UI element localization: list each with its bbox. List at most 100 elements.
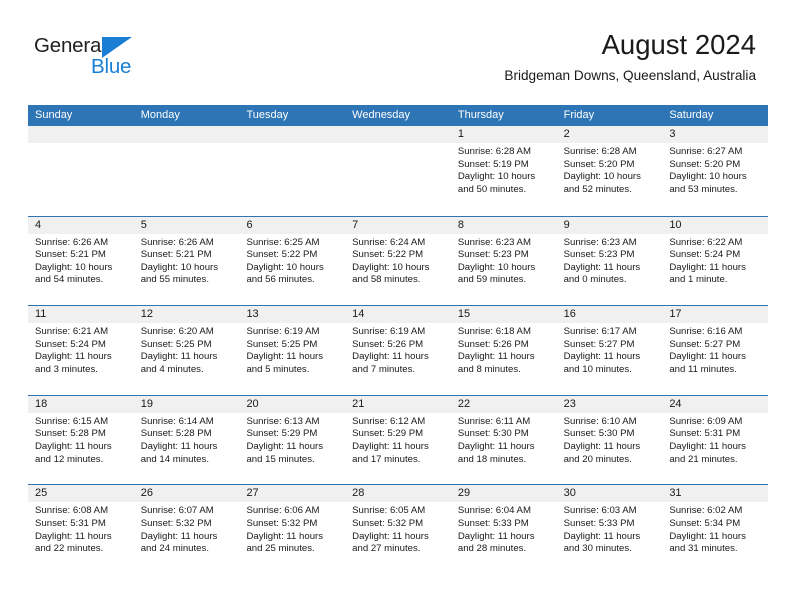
day-details: Sunrise: 6:26 AM Sunset: 5:21 PM Daylight:… — [134, 234, 240, 287]
day-detail-line: and 50 minutes. — [457, 183, 527, 195]
day-cell[interactable]: 5 Sunrise: 6:26 AM Sunset: 5:21 PM Daylight… — [133, 216, 240, 306]
day-cell[interactable]: 15 Sunrise: 6:18 AM Sunset: 5:26 PM Dayligh… — [450, 306, 557, 395]
day-detail-line: Daylight: 11 hours — [246, 440, 324, 452]
day-detail-line: Daylight: 11 hours — [35, 440, 112, 452]
day-detail-line: Sunrise: 6:17 AM — [563, 326, 637, 338]
day-detail-line: and 4 minutes. — [140, 363, 204, 375]
day-detail-line: Daylight: 10 hours — [352, 261, 430, 273]
day-detail-line: Daylight: 11 hours — [352, 351, 429, 363]
day-cell[interactable]: 25 Sunrise: 6:08 AM Sunset: 5:31 PM Dayligh… — [28, 485, 134, 574]
day-cell[interactable]: 16 Sunrise: 6:17 AM Sunset: 5:27 PM Dayligh… — [556, 306, 663, 395]
day-detail-line: Daylight: 11 hours — [352, 530, 429, 542]
day-detail-line: Daylight: 11 hours — [563, 530, 641, 542]
day-detail-line: Sunset: 5:27 PM — [563, 338, 635, 350]
day-cell[interactable]: 9 Sunrise: 6:23 AM Sunset: 5:23 PM Daylight… — [556, 216, 663, 306]
day-cell[interactable]: 21 Sunrise: 6:12 AM Sunset: 5:29 PM Dayligh… — [345, 395, 451, 485]
calendar-week-row: 25 Sunrise: 6:08 AM Sunset: 5:31 PM Dayligh… — [28, 484, 769, 574]
weekday-header-thursday: Thursday — [457, 109, 504, 121]
day-detail-line: Sunrise: 6:25 AM — [246, 236, 320, 248]
day-cell[interactable]: 24 Sunrise: 6:09 AM Sunset: 5:31 PM Dayligh… — [662, 395, 769, 485]
weekday-header-sunday: Sunday — [35, 109, 73, 121]
day-cell[interactable]: 12 Sunrise: 6:20 AM Sunset: 5:25 PM Dayligh… — [133, 306, 240, 395]
day-detail-line: and 15 minutes. — [246, 453, 315, 465]
day-cell[interactable]: 3 Sunrise: 6:27 AM Sunset: 5:20 PM Daylight… — [662, 126, 769, 216]
day-cell[interactable]: 18 Sunrise: 6:15 AM Sunset: 5:28 PM Dayligh… — [28, 395, 134, 485]
day-detail-line: Daylight: 11 hours — [669, 530, 746, 542]
day-number: 18 — [28, 395, 134, 413]
day-detail-line: Sunrise: 6:11 AM — [457, 415, 531, 427]
day-detail-line: and 56 minutes. — [246, 274, 315, 286]
day-cell[interactable]: 1 Sunrise: 6:28 AM Sunset: 5:19 PM Daylight… — [450, 126, 557, 216]
day-detail-line: Sunrise: 6:26 AM — [35, 236, 109, 248]
day-detail-line: Sunrise: 6:19 AM — [246, 326, 320, 338]
day-number: 25 — [28, 485, 134, 503]
day-cell[interactable]: 4 Sunrise: 6:26 AM Sunset: 5:21 PM Daylight… — [28, 216, 134, 306]
day-cell[interactable]: 30 Sunrise: 6:03 AM Sunset: 5:33 PM Dayligh… — [556, 485, 663, 574]
day-detail-line: Sunset: 5:25 PM — [246, 338, 318, 350]
title-block: August 2024 Bridgeman Downs, Queensland,… — [504, 28, 756, 84]
day-cell[interactable]: 23 Sunrise: 6:10 AM Sunset: 5:30 PM Dayligh… — [556, 395, 663, 485]
day-cell[interactable]: 26 Sunrise: 6:07 AM Sunset: 5:32 PM Dayligh… — [133, 485, 240, 574]
day-number: 23 — [556, 395, 663, 413]
day-cell[interactable]: 27 Sunrise: 6:06 AM Sunset: 5:32 PM Dayligh… — [239, 485, 346, 574]
day-detail-line: Sunset: 5:32 PM — [246, 517, 318, 529]
day-detail-line: and 14 minutes. — [140, 453, 209, 465]
day-cell-empty — [239, 126, 346, 216]
day-detail-line: Sunset: 5:22 PM — [246, 249, 318, 261]
calendar-page: General Blue August 2024 Bridgeman Downs… — [0, 0, 792, 612]
day-number: 26 — [133, 485, 240, 503]
day-detail-line: Daylight: 11 hours — [457, 351, 535, 363]
day-detail-line: Sunrise: 6:19 AM — [352, 326, 426, 338]
day-detail-line: Sunrise: 6:03 AM — [563, 505, 637, 517]
day-cell[interactable]: 29 Sunrise: 6:04 AM Sunset: 5:33 PM Dayligh… — [450, 485, 557, 574]
day-cell[interactable]: 13 Sunrise: 6:19 AM Sunset: 5:25 PM Dayligh… — [239, 306, 346, 395]
day-detail-line: Sunrise: 6:27 AM — [669, 146, 743, 157]
day-detail-line: Daylight: 10 hours — [563, 171, 641, 183]
day-details — [239, 143, 345, 146]
day-detail-line: Daylight: 11 hours — [140, 440, 218, 452]
day-cell[interactable]: 6 Sunrise: 6:25 AM Sunset: 5:22 PM Daylight… — [239, 216, 346, 306]
day-cell[interactable]: 20 Sunrise: 6:13 AM Sunset: 5:29 PM Dayligh… — [239, 395, 346, 485]
day-detail-line: Sunrise: 6:02 AM — [669, 505, 743, 517]
day-detail-line: Sunrise: 6:22 AM — [669, 236, 743, 248]
day-number: 8 — [450, 216, 557, 234]
day-cell[interactable]: 2 Sunrise: 6:28 AM Sunset: 5:20 PM Daylight… — [556, 126, 663, 216]
day-detail-line: Sunset: 5:26 PM — [352, 338, 424, 350]
day-detail-line: and 30 minutes. — [563, 543, 632, 555]
brand-logo[interactable]: General Blue — [34, 34, 164, 80]
day-detail-line: Daylight: 11 hours — [246, 530, 324, 542]
day-detail-line: Sunset: 5:32 PM — [140, 517, 212, 529]
day-detail-line: Daylight: 10 hours — [140, 261, 219, 273]
day-detail-line: Daylight: 11 hours — [669, 351, 746, 363]
day-number — [133, 126, 240, 143]
day-cell[interactable]: 8 Sunrise: 6:23 AM Sunset: 5:23 PM Daylight… — [450, 216, 557, 306]
day-cell[interactable]: 17 Sunrise: 6:16 AM Sunset: 5:27 PM Dayligh… — [662, 306, 769, 395]
day-details: Sunrise: 6:19 AM Sunset: 5:26 PM Daylight:… — [345, 323, 451, 376]
day-cell[interactable]: 19 Sunrise: 6:14 AM Sunset: 5:28 PM Dayligh… — [133, 395, 240, 485]
day-cell[interactable]: 28 Sunrise: 6:05 AM Sunset: 5:32 PM Dayligh… — [345, 485, 451, 574]
calendar-week-row: 18 Sunrise: 6:15 AM Sunset: 5:28 PM Dayligh… — [28, 394, 769, 485]
day-detail-line: Sunset: 5:29 PM — [352, 428, 424, 440]
day-cell[interactable]: 10 Sunrise: 6:22 AM Sunset: 5:24 PM Dayligh… — [662, 216, 769, 306]
day-cell[interactable]: 14 Sunrise: 6:19 AM Sunset: 5:26 PM Dayligh… — [345, 306, 451, 395]
day-cell[interactable]: 22 Sunrise: 6:11 AM Sunset: 5:30 PM Dayligh… — [450, 395, 557, 485]
day-detail-line: and 22 minutes. — [35, 543, 104, 555]
day-details: Sunrise: 6:19 AM Sunset: 5:25 PM Daylight:… — [239, 323, 345, 376]
day-details: Sunrise: 6:27 AM Sunset: 5:20 PM Daylight:… — [662, 143, 768, 196]
day-number: 6 — [239, 216, 346, 234]
day-cell[interactable]: 11 Sunrise: 6:21 AM Sunset: 5:24 PM Dayligh… — [28, 306, 134, 395]
day-detail-line: Sunrise: 6:09 AM — [669, 415, 743, 427]
day-number: 3 — [662, 126, 769, 143]
day-number: 19 — [133, 395, 240, 413]
day-detail-line: Sunrise: 6:26 AM — [140, 236, 214, 248]
day-detail-line: Sunset: 5:29 PM — [246, 428, 318, 440]
day-detail-line: Sunrise: 6:15 AM — [35, 415, 109, 427]
day-detail-line: Daylight: 11 hours — [563, 351, 641, 363]
day-cell[interactable]: 31 Sunrise: 6:02 AM Sunset: 5:34 PM Dayligh… — [662, 485, 769, 574]
day-detail-line: Sunset: 5:20 PM — [669, 158, 741, 170]
calendar-week-row: 1 Sunrise: 6:28 AM Sunset: 5:19 PM Daylight… — [28, 126, 769, 216]
day-number: 4 — [28, 216, 134, 234]
day-details: Sunrise: 6:11 AM Sunset: 5:30 PM Daylight:… — [451, 413, 557, 466]
day-cell[interactable]: 7 Sunrise: 6:24 AM Sunset: 5:22 PM Daylight… — [345, 216, 451, 306]
day-details: Sunrise: 6:15 AM Sunset: 5:28 PM Daylight:… — [28, 413, 134, 466]
